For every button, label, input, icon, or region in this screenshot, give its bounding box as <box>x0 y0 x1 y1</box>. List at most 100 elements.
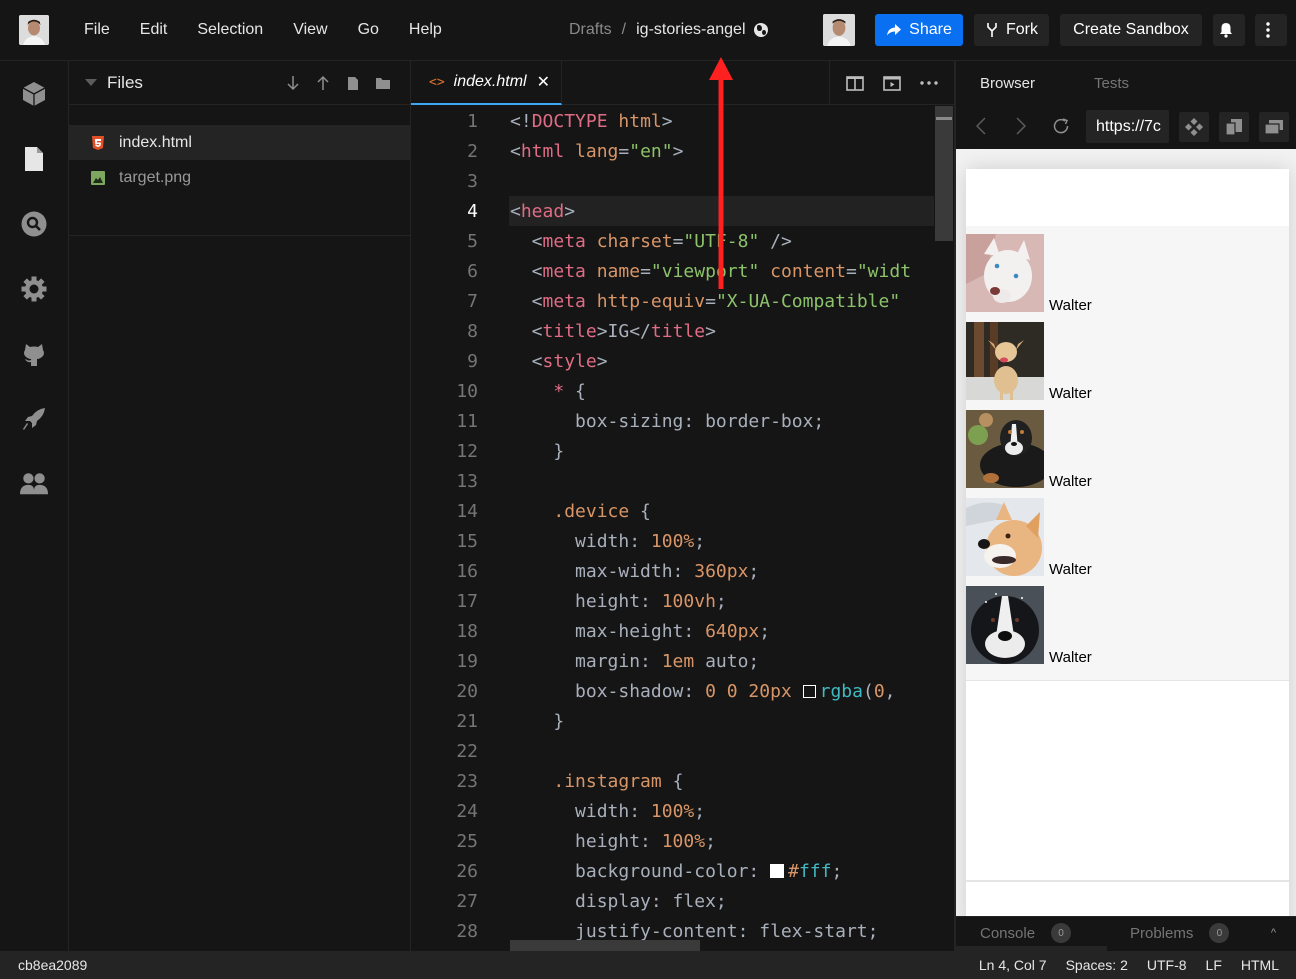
story-item[interactable]: Walter <box>966 498 1092 578</box>
forward-icon[interactable] <box>1016 117 1027 140</box>
line-source: height: 100vh; <box>510 591 727 612</box>
code-line[interactable]: 14 .device { <box>411 496 954 526</box>
more-options-button[interactable] <box>1255 14 1287 46</box>
code-line[interactable]: 16 max-width: 360px; <box>411 556 954 586</box>
line-number: 9 <box>467 350 478 372</box>
close-icon[interactable]: ✕ <box>537 72 550 92</box>
color-swatch[interactable] <box>770 863 785 878</box>
file-name: index.html <box>119 133 192 151</box>
code-line[interactable]: 4 <head> <box>411 196 954 226</box>
tab-console[interactable]: Console 0 <box>980 923 1072 943</box>
line-source: box-sizing: border-box; <box>510 411 824 432</box>
code-line[interactable]: 13 <box>411 466 954 496</box>
menu-file[interactable]: File <box>84 21 110 39</box>
code-line[interactable]: 17 height: 100vh; <box>411 586 954 616</box>
code-line[interactable]: 23 .instagram { <box>411 766 954 796</box>
cube-icon[interactable] <box>20 80 48 108</box>
globe-icon[interactable] <box>753 23 768 37</box>
tab-index-html[interactable]: <> index.html ✕ <box>411 61 562 105</box>
back-icon[interactable] <box>975 117 986 140</box>
sandbox-name[interactable]: ig-stories-angel <box>636 21 745 39</box>
code-line[interactable]: 19 margin: 1em auto; <box>411 646 954 676</box>
menu-help[interactable]: Help <box>409 21 442 39</box>
collapse-triangle-icon[interactable] <box>85 79 97 86</box>
code-line[interactable]: 2 <html lang="en"> <box>411 136 954 166</box>
code-line[interactable]: 3 <box>411 166 954 196</box>
create-sandbox-button[interactable]: Create Sandbox <box>1060 14 1202 46</box>
tab-problems[interactable]: Problems 0 <box>1130 923 1230 943</box>
refresh-icon[interactable] <box>1052 117 1070 140</box>
code-line[interactable]: 18 max-height: 640px; <box>411 616 954 646</box>
user-avatar[interactable] <box>823 14 855 46</box>
code-editor: <> index.html ✕ 1 <!DOCTYPE html> 2 <html l… <box>411 61 954 951</box>
share-button[interactable]: Share <box>875 14 963 46</box>
chevron-up-icon[interactable]: ^ <box>1271 927 1276 939</box>
line-ending[interactable]: LF <box>1206 957 1222 973</box>
preview-icon[interactable] <box>883 75 901 91</box>
code-line[interactable]: 20 box-shadow: 0 0 20px rgba(0, <box>411 676 954 706</box>
more-horizontal-icon[interactable] <box>920 81 939 85</box>
code-line[interactable]: 7 <meta http-equiv="X-UA-Compatible" <box>411 286 954 316</box>
search-icon[interactable] <box>20 210 48 238</box>
menu-view[interactable]: View <box>293 21 327 39</box>
cursor-position[interactable]: Ln 4, Col 7 <box>979 957 1047 973</box>
story-item[interactable]: Walter <box>966 322 1092 402</box>
rocket-icon[interactable] <box>20 405 48 433</box>
dashboard-avatar[interactable] <box>19 15 49 45</box>
code-line[interactable]: 8 <title>IG</title> <box>411 316 954 346</box>
menu-selection[interactable]: Selection <box>197 21 263 39</box>
vertical-scrollbar[interactable] <box>935 106 953 241</box>
code-line[interactable]: 21 } <box>411 706 954 736</box>
code-line[interactable]: 25 height: 100%; <box>411 826 954 856</box>
gear-icon[interactable] <box>20 275 48 303</box>
story-item[interactable]: Walter <box>966 586 1092 666</box>
devtools-button[interactable] <box>1179 112 1209 142</box>
fork-button[interactable]: Fork <box>974 14 1049 46</box>
code-line[interactable]: 22 <box>411 736 954 766</box>
windows-button[interactable] <box>1259 112 1289 142</box>
github-icon[interactable] <box>20 340 48 368</box>
code-area[interactable]: 1 <!DOCTYPE html> 2 <html lang="en"> 3 4 <head… <box>411 106 954 951</box>
file-icon[interactable] <box>20 145 48 173</box>
code-line[interactable]: 11 box-sizing: border-box; <box>411 406 954 436</box>
story-item[interactable]: Walter <box>966 234 1092 314</box>
menu-edit[interactable]: Edit <box>140 21 168 39</box>
code-line[interactable]: 6 <meta name="viewport" content="widt <box>411 256 954 286</box>
code-line[interactable]: 5 <meta charset="UTF-8" /> <box>411 226 954 256</box>
new-folder-icon[interactable] <box>368 73 398 93</box>
split-view-icon[interactable] <box>845 75 864 91</box>
upload-icon[interactable] <box>308 73 338 93</box>
encoding[interactable]: UTF-8 <box>1147 957 1187 973</box>
code-token: = <box>640 260 651 282</box>
notifications-button[interactable] <box>1213 14 1245 46</box>
language-mode[interactable]: HTML <box>1241 957 1279 973</box>
code-line[interactable]: 24 width: 100%; <box>411 796 954 826</box>
code-line[interactable]: 10 * { <box>411 376 954 406</box>
story-name: Walter <box>1049 297 1092 314</box>
tab-tests[interactable]: Tests <box>1094 75 1129 92</box>
new-file-icon[interactable] <box>338 73 368 93</box>
code-line[interactable]: 27 display: flex; <box>411 886 954 916</box>
color-swatch[interactable] <box>802 684 816 698</box>
code-token: < <box>510 290 543 312</box>
story-item[interactable]: Walter <box>966 410 1092 490</box>
menu-go[interactable]: Go <box>358 21 379 39</box>
download-icon[interactable] <box>278 73 308 93</box>
code-line[interactable]: 1 <!DOCTYPE html> <box>411 106 954 136</box>
horizontal-scrollbar[interactable] <box>510 940 700 951</box>
users-icon[interactable] <box>20 470 48 498</box>
url-input[interactable]: https://7c <box>1086 110 1169 143</box>
avatar-photo-icon <box>823 14 855 46</box>
line-source: <meta http-equiv="X-UA-Compatible" <box>510 290 901 312</box>
file-item-target-png[interactable]: target.png <box>69 160 410 195</box>
code-line[interactable]: 26 background-color: #fff; <box>411 856 954 886</box>
file-item-index-html[interactable]: index.html <box>69 125 410 160</box>
open-new-window-button[interactable] <box>1219 112 1249 142</box>
breadcrumb-drafts[interactable]: Drafts <box>569 21 612 39</box>
code-line[interactable]: 9 <style> <box>411 346 954 376</box>
tab-browser[interactable]: Browser <box>980 75 1035 92</box>
code-line[interactable]: 15 width: 100%; <box>411 526 954 556</box>
code-line[interactable]: 12 } <box>411 436 954 466</box>
code-token: } <box>510 440 565 462</box>
indentation[interactable]: Spaces: 2 <box>1066 957 1128 973</box>
